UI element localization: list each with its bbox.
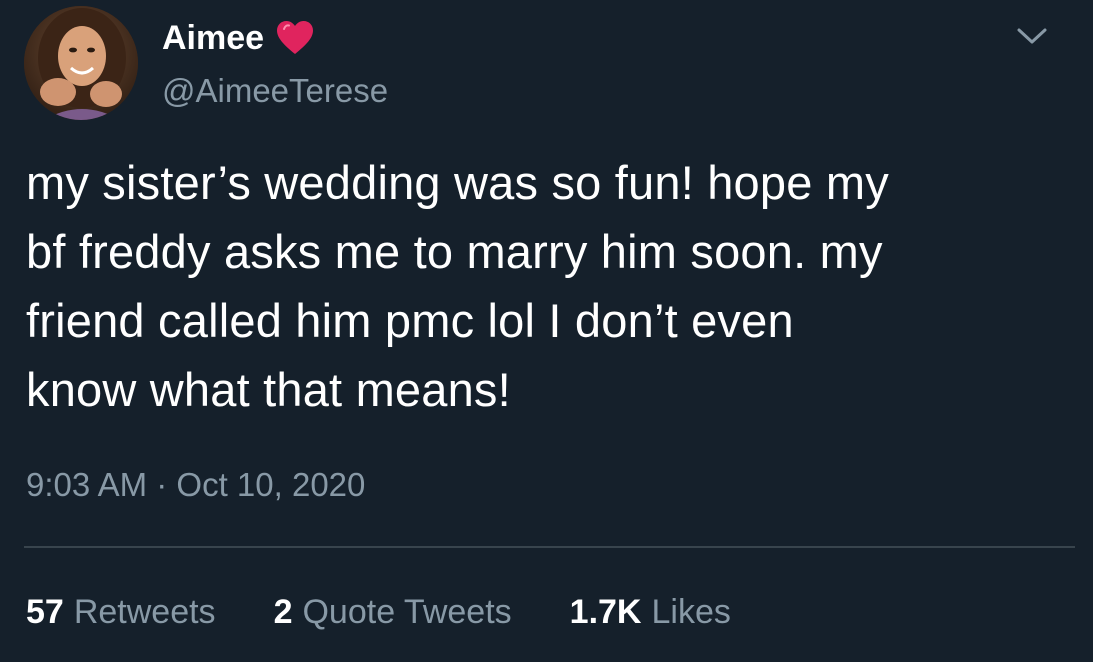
retweets-count: 57 bbox=[26, 593, 64, 631]
display-name[interactable]: Aimee bbox=[162, 16, 264, 60]
quote-tweets-count: 2 bbox=[273, 593, 293, 631]
likes-label: Likes bbox=[651, 593, 731, 631]
heart-icon bbox=[276, 20, 314, 56]
engagement-stats: 57 Retweets 2 Quote Tweets 1.7K Likes bbox=[26, 590, 731, 634]
tweet-time: 9:03 AM bbox=[26, 466, 148, 503]
user-handle[interactable]: @AimeeTerese bbox=[162, 70, 388, 112]
tweet-timestamp[interactable]: 9:03 AM · Oct 10, 2020 bbox=[26, 464, 365, 506]
tweet-text-line: know what that means! bbox=[26, 363, 511, 416]
tweet-text-line: bf freddy asks me to marry him soon. my bbox=[26, 225, 883, 278]
avatar[interactable] bbox=[24, 6, 138, 120]
tweet-text: my sister’s wedding was so fun! hope my … bbox=[26, 148, 1076, 424]
name-row: Aimee bbox=[162, 16, 314, 60]
avatar-photo bbox=[24, 6, 138, 120]
retweets-stat[interactable]: 57 Retweets bbox=[26, 590, 216, 634]
tweet-text-line: my sister’s wedding was so fun! hope my bbox=[26, 156, 889, 209]
divider bbox=[24, 546, 1075, 548]
likes-count: 1.7K bbox=[569, 593, 642, 631]
chevron-down-icon[interactable] bbox=[1012, 20, 1052, 52]
retweets-label: Retweets bbox=[73, 593, 216, 631]
quote-tweets-label: Quote Tweets bbox=[302, 593, 512, 631]
tweet-date: Oct 10, 2020 bbox=[176, 466, 366, 503]
tweet-card: Aimee @AimeeTerese my sister’s wedding w… bbox=[0, 0, 1093, 662]
likes-stat[interactable]: 1.7K Likes bbox=[570, 590, 731, 634]
quote-tweets-stat[interactable]: 2 Quote Tweets bbox=[274, 590, 512, 634]
meta-separator: · bbox=[156, 466, 168, 503]
tweet-text-line: friend called him pmc lol I don’t even bbox=[26, 294, 794, 347]
